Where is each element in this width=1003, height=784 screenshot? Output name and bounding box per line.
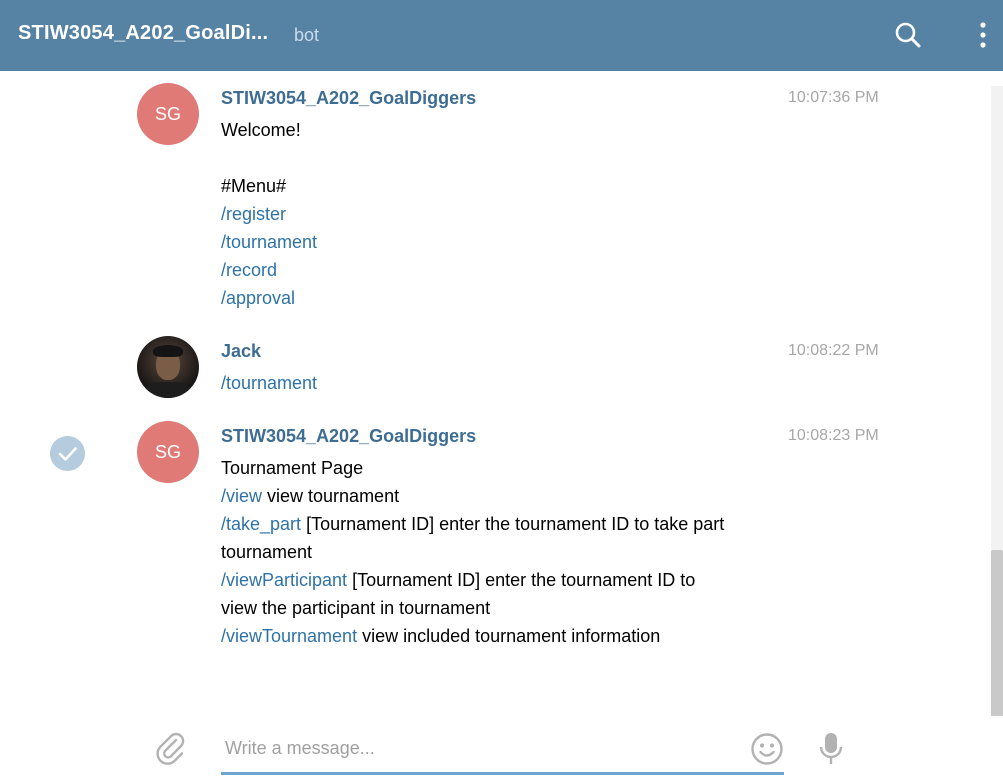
message-line: /viewParticipant [Tournament ID] enter t… — [221, 566, 695, 594]
message-text: [Tournament ID] enter the tournament ID … — [301, 514, 725, 534]
message-text: [Tournament ID] enter the tournament ID … — [347, 570, 696, 590]
message-text: Welcome! — [221, 120, 301, 140]
message-text: Tournament Page — [221, 458, 364, 478]
bot-command-link[interactable]: /take_part — [221, 514, 301, 534]
bot-command-link[interactable]: /tournament — [221, 369, 317, 397]
bot-command-link[interactable]: /approval — [221, 284, 295, 312]
microphone-icon[interactable] — [817, 731, 845, 767]
paperclip-icon[interactable] — [154, 731, 188, 765]
kebab-menu-icon[interactable] — [975, 20, 991, 50]
avatar[interactable]: SG — [137, 421, 199, 483]
avatar[interactable]: SG — [137, 83, 199, 145]
message-line: /viewTournament view included tournament… — [221, 622, 660, 650]
message-sender[interactable]: STIW3054_A202_GoalDiggers — [221, 88, 476, 109]
search-icon[interactable] — [894, 21, 922, 49]
input-underline — [221, 772, 784, 775]
message-text: view the participant in tournament — [221, 598, 491, 618]
bot-command-link[interactable]: /viewTournament — [221, 626, 357, 646]
bot-command-link[interactable]: /view — [221, 486, 262, 506]
message-time: 10:08:22 PM — [788, 342, 879, 359]
bot-command-link[interactable]: /record — [221, 256, 277, 284]
scrollbar-thumb[interactable] — [991, 550, 1003, 718]
message-text: #Menu# — [221, 176, 287, 196]
message-text: tournament — [221, 542, 313, 562]
check-icon[interactable] — [50, 436, 85, 471]
avatar[interactable] — [137, 336, 199, 398]
message-text: view tournament — [262, 486, 400, 506]
message-text: view included tournament information — [357, 626, 661, 646]
message-time: 10:08:23 PM — [788, 427, 879, 444]
message-sender[interactable]: Jack — [221, 341, 261, 362]
smiley-icon[interactable] — [750, 732, 784, 766]
bot-command-link[interactable]: /tournament — [221, 228, 317, 256]
message-line: /view view tournament — [221, 482, 399, 510]
chat-subtitle: bot — [294, 25, 320, 45]
message-line: /take_part [Tournament ID] enter the tou… — [221, 510, 724, 538]
avatar-photo-shirt — [145, 382, 191, 398]
avatar-photo-hair — [153, 345, 183, 357]
message-sender[interactable]: STIW3054_A202_GoalDiggers — [221, 426, 476, 447]
message-time: 10:07:36 PM — [788, 89, 879, 106]
bot-command-link[interactable]: /register — [221, 200, 286, 228]
bot-command-link[interactable]: /viewParticipant — [221, 570, 347, 590]
chat-title[interactable]: STIW3054_A202_GoalDi... — [18, 22, 268, 45]
message-input[interactable] — [221, 730, 749, 766]
chat-header: STIW3054_A202_GoalDi... bot — [0, 0, 1003, 71]
